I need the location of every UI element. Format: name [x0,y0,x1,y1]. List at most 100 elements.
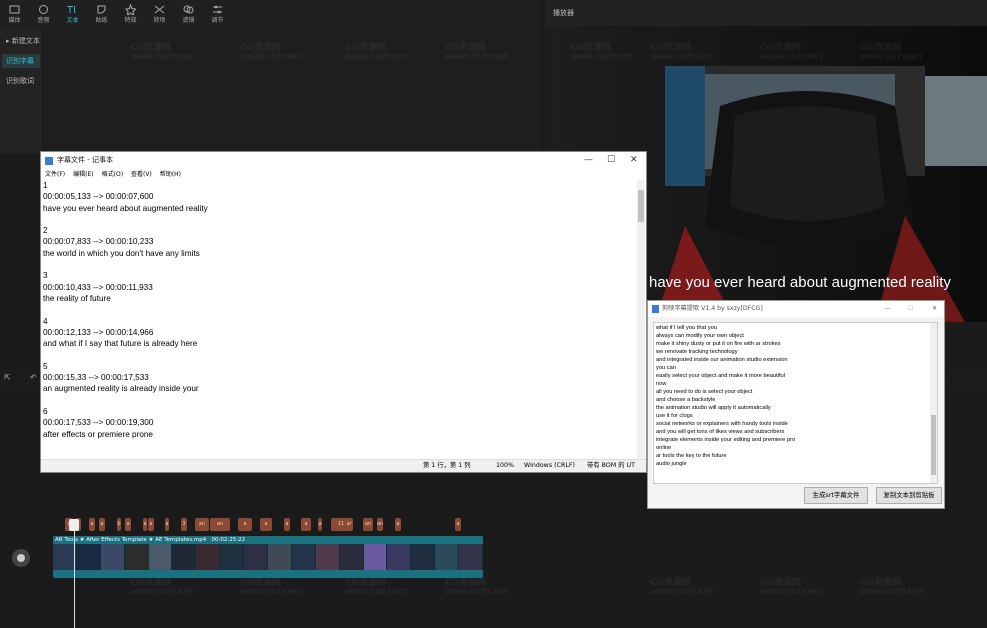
watermark-url: WWW.CGZY.NET [760,588,824,596]
extractor-line: now [656,381,667,387]
subtitle-clip[interactable]: a [260,518,272,531]
select-tool-icon[interactable]: ⇱ [4,373,11,382]
sidebar-item-0[interactable]: ▸ 新建文本 [2,34,40,48]
watermark: CG资源网WWW.CGZY.NET [130,575,193,596]
minimize-icon[interactable]: — [884,301,890,317]
subtitle-clip[interactable]: a [148,518,154,531]
extractor-text-box[interactable]: what if I tell you that you always can mo… [653,322,938,484]
status-eol: Windows (CRLF) [524,462,575,469]
toolbar-tab-5[interactable]: 转场 [145,0,174,28]
toolbar-tab-label: 音频 [37,17,50,24]
notepad-window: 字幕文件 - 记事本 — ☐ ✕ 文件(F) 编辑(E) 格式(O) 查看(V)… [40,151,647,473]
toolbar-tab-3[interactable]: 贴纸 [87,0,116,28]
extractor-line: and choose a backstyle [656,397,716,403]
generate-srt-button[interactable]: 生成srt字幕文件 [804,487,868,504]
watermark: CG资源网WWW.CGZY.NET [240,575,303,596]
close-icon[interactable]: ✕ [932,301,937,317]
watermark: CG资源网WWW.CGZY.NET [445,575,508,596]
extractor-line: always can modify your own object [656,333,744,339]
subtitle-clip[interactable]: an [210,518,230,531]
timeline-nav-button[interactable] [12,549,30,567]
notepad-scrollbar[interactable] [637,180,645,460]
watermark: CG资源网WWW.CGZY.NET [760,575,823,596]
video-thumbnail [244,544,269,570]
notepad-line: 00:00:10,433 --> 00:00:11,933 [43,282,153,292]
subtitle-clip[interactable]: a [395,518,401,531]
subtitle-clip[interactable]: a [284,518,290,531]
notepad-line: the reality of future [43,293,111,303]
audio-icon [39,5,48,14]
video-thumbnail [100,544,125,570]
menu-format[interactable]: 格式(O) [102,169,123,180]
extractor-line: the animation studio will apply it autom… [656,405,771,411]
video-thumbnail [363,544,388,570]
maximize-icon[interactable]: ☐ [908,301,914,317]
toolbar-tab-1[interactable]: 音频 [29,0,58,28]
video-clip-duration: 00:02:25:22 [211,537,246,543]
subtitle-clip[interactable]: a [318,518,322,531]
extractor-line: make it shiny dusty or put it on fire wi… [656,341,781,347]
subtitle-clip[interactable]: a [455,518,461,531]
sidebar-item-2[interactable]: 识别歌词 [2,74,40,88]
notepad-line: 2 [43,226,48,236]
playhead[interactable] [74,519,75,628]
subtitle-clip[interactable]: a [238,518,252,531]
toolbar-tab-0[interactable]: 媒体 [0,0,29,28]
extractor-line: and integrated inside our animation stud… [656,357,788,363]
notepad-line: 5 [43,361,48,371]
text-icon: TI [67,5,76,15]
undo-icon[interactable]: ↶ [30,373,37,382]
watermark-line: CG资源网 [650,578,691,588]
maximize-icon[interactable]: ☐ [607,152,615,169]
filter-icon [183,5,194,14]
sidebar-item-1[interactable]: 识别字幕 [2,54,40,68]
player-title: 播放器 [553,9,574,17]
menu-view[interactable]: 查看(V) [131,169,152,180]
video-clip[interactable]: AR Tools ★ After Effects Template ★ AE T… [53,536,483,578]
notepad-scroll-thumb[interactable] [638,190,644,222]
watermark-url: WWW.CGZY.NET [240,588,304,596]
watermark-url: WWW.CGZY.NET [650,588,714,596]
watermark-line: CG资源网 [650,43,691,53]
watermark: CG资源网WWW.CGZY.NET [570,40,633,61]
watermark: CG资源网WWW.CGZY.NET [345,575,408,596]
subtitle-clip[interactable]: a [165,518,169,531]
notepad-titlebar: 字幕文件 - 记事本 — ☐ ✕ [41,152,646,169]
notepad-text-area[interactable]: 1 00:00:05,133 --> 00:00:07,600 have you e… [43,180,637,461]
menu-file[interactable]: 文件(F) [45,169,65,180]
subtitle-clip[interactable]: an [363,518,373,531]
subtitle-clip[interactable]: a [99,518,105,531]
minimize-icon[interactable]: — [584,152,593,169]
toolbar-tab-4[interactable]: 特效 [116,0,145,28]
watermark-line: CG资源网 [760,578,801,588]
close-icon[interactable]: ✕ [630,152,638,169]
menu-help[interactable]: 帮助(H) [160,169,181,180]
extractor-scroll-thumb[interactable] [931,415,936,475]
transition-icon [154,5,165,14]
toolbar-tab-label: 滤镜 [182,17,195,24]
notepad-menubar: 文件(F) 编辑(E) 格式(O) 查看(V) 帮助(H) [41,169,646,180]
notepad-line: 3 [43,271,48,281]
subtitle-clip[interactable]: a [301,518,311,531]
status-zoom: 100% [496,462,515,469]
watermark-line: CG资源网 [130,43,171,53]
subtitle-clip[interactable]: a [143,518,147,531]
notepad-line: after effects or premiere prone [43,429,153,439]
subtitle-clip[interactable]: a [125,518,131,531]
notepad-line: 00:00:17,533 --> 00:00:19,300 [43,418,154,428]
toolbar-tab-6[interactable]: 滤镜 [174,0,203,28]
watermark-url: WWW.CGZY.NET [240,53,304,61]
menu-edit[interactable]: 编辑(E) [73,169,93,180]
subtitle-clip[interactable]: 3 [181,518,187,531]
toolbar-tab-2[interactable]: TI 文本 [58,0,87,28]
subtitle-clip[interactable]: an [377,518,383,531]
subtitle-clip[interactable]: a [89,518,95,531]
subtitle-track[interactable]: aaaabaaaa3ananaaaaa11arananaa [55,518,987,532]
toolbar-tab-7[interactable]: 调节 [203,0,232,28]
copy-text-button[interactable]: 复制文本到剪贴板 [876,487,942,504]
subtitle-clip[interactable]: an [195,518,209,531]
playhead-handle[interactable] [69,519,79,531]
subtitle-clip[interactable]: b [117,518,121,531]
notepad-line: 00:00:15,33 --> 00:00:17,533 [43,373,149,383]
subtitle-clip[interactable]: ar [345,518,353,531]
